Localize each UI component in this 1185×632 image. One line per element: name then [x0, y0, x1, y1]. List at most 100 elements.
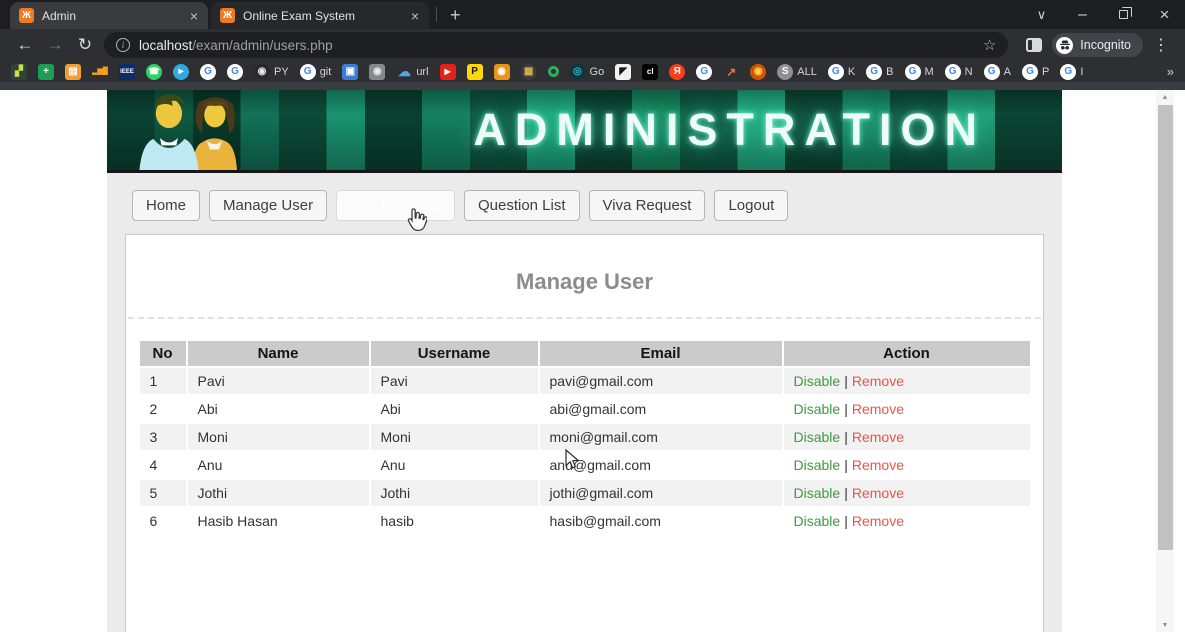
bookmark-cloud-url[interactable]: ☁url: [396, 64, 428, 80]
nav-viva-request-button[interactable]: Viva Request: [589, 190, 706, 221]
bookmark-photo[interactable]: ▣: [342, 64, 358, 80]
cell-no: 5: [140, 480, 186, 506]
disable-link[interactable]: Disable: [794, 429, 841, 445]
dart-icon: ↗: [723, 64, 739, 80]
cell-action: Disable|Remove: [784, 368, 1030, 394]
google-a-icon: G: [984, 64, 1000, 80]
users-table: NoNameUsernameEmailAction 1PaviPavipavi@…: [138, 339, 1032, 536]
cart-icon: ▦: [521, 64, 537, 80]
bookmark-google-2[interactable]: G: [227, 64, 243, 80]
remove-link[interactable]: Remove: [852, 457, 904, 473]
tab-search-icon[interactable]: ∨: [1021, 0, 1062, 29]
bookmark-google-p[interactable]: GP: [1022, 64, 1049, 80]
tab-admin[interactable]: Ж Admin ×: [10, 2, 208, 29]
maximize-icon[interactable]: [1103, 0, 1144, 29]
close-tab-icon[interactable]: ×: [188, 8, 200, 24]
column-header: Username: [371, 341, 538, 366]
bookmark-ieee[interactable]: IEEE: [119, 64, 135, 80]
bookmark-spider[interactable]: ◉: [750, 64, 766, 80]
site-info-icon[interactable]: i: [116, 38, 130, 52]
disable-link[interactable]: Disable: [794, 457, 841, 473]
bookmark-film-camera[interactable]: ◉: [494, 64, 510, 80]
bookmark-camera[interactable]: ◉: [369, 64, 385, 80]
bookmark-google-3[interactable]: G: [696, 64, 712, 80]
column-header: Email: [540, 341, 782, 366]
minimize-icon[interactable]: –: [1062, 0, 1103, 29]
bookmark-google-git[interactable]: Ggit: [300, 64, 332, 80]
remove-link[interactable]: Remove: [852, 401, 904, 417]
bookmark-green-ring[interactable]: [548, 66, 559, 77]
disable-link[interactable]: Disable: [794, 485, 841, 501]
scroll-down-icon[interactable]: ▼: [1156, 618, 1174, 632]
google-git-icon: G: [300, 64, 316, 80]
bookmark-google-m[interactable]: GM: [905, 64, 934, 80]
bookmark-star-icon[interactable]: ☆: [983, 36, 996, 54]
bookmark-google-a[interactable]: GA: [984, 64, 1011, 80]
new-tab-button[interactable]: +: [444, 5, 467, 26]
remove-link[interactable]: Remove: [852, 513, 904, 529]
bookmark-telegram[interactable]: ▸: [173, 64, 189, 80]
bookmark-green-cross[interactable]: +: [38, 64, 54, 80]
green-ring-icon: [548, 66, 559, 77]
cell-name: Hasib Hasan: [188, 508, 369, 534]
nav-logout-button[interactable]: Logout: [714, 190, 788, 221]
restore-glyph: [1119, 10, 1128, 19]
bookmark-whatsapp[interactable]: ☎: [146, 64, 162, 80]
nav-add-question-button[interactable]: Add Question: [336, 190, 455, 221]
bookmark-github-py[interactable]: ◉PY: [254, 64, 289, 80]
cell-no: 3: [140, 424, 186, 450]
reload-icon[interactable]: ↻: [70, 35, 100, 55]
bookmark-analytics-bars[interactable]: ▂▆█: [92, 64, 108, 80]
bookmark-google-n[interactable]: GN: [945, 64, 973, 80]
table-row: 5JothiJothijothi@gmail.comDisable|Remove: [140, 480, 1030, 506]
google-n-icon: G: [945, 64, 961, 80]
bookmark-google-b[interactable]: GB: [866, 64, 893, 80]
remove-link[interactable]: Remove: [852, 485, 904, 501]
bookmark-label: A: [1004, 66, 1011, 78]
menu-dots-icon[interactable]: ⋮: [1143, 35, 1175, 55]
github-py-icon: ◉: [254, 64, 270, 80]
cell-email: jothi@gmail.com: [540, 480, 782, 506]
remove-link[interactable]: Remove: [852, 373, 904, 389]
google-b-icon: G: [866, 64, 882, 80]
scroll-up-icon[interactable]: ▲: [1156, 90, 1174, 104]
bookmark-google-1[interactable]: G: [200, 64, 216, 80]
scrollbar-thumb[interactable]: [1158, 105, 1173, 550]
bookmark-dart[interactable]: ↗: [723, 64, 739, 80]
browser-scrollbar[interactable]: ▲ ▼: [1156, 90, 1174, 632]
bookmark-yandex[interactable]: Я: [669, 64, 685, 80]
close-tab-icon[interactable]: ×: [409, 8, 421, 24]
bookmarks-overflow-icon[interactable]: »: [1167, 64, 1174, 79]
divider: [128, 317, 1041, 319]
action-separator: |: [844, 513, 848, 529]
nav-home-button[interactable]: Home: [132, 190, 200, 221]
bookmark-orange-box[interactable]: ▤: [65, 64, 81, 80]
tab-online-exam-system[interactable]: Ж Online Exam System ×: [211, 2, 429, 29]
bookmark-go-swirl[interactable]: ◎Go: [570, 64, 605, 80]
tab-title: Admin: [42, 9, 188, 23]
side-panel-icon[interactable]: [1026, 38, 1042, 52]
go-swirl-icon: ◎: [570, 64, 586, 80]
bookmark-youtube[interactable]: ▶: [440, 64, 456, 80]
disable-link[interactable]: Disable: [794, 373, 841, 389]
bookmark-cl-black[interactable]: cl: [642, 64, 658, 80]
bookmark-green-stripes[interactable]: ▞: [11, 64, 27, 80]
back-icon[interactable]: ←: [10, 35, 40, 55]
bookmark-google-i[interactable]: GI: [1060, 64, 1083, 80]
bookmark-s-all[interactable]: SALL: [777, 64, 817, 80]
bookmark-eagle-doc[interactable]: ◤: [615, 64, 631, 80]
nav-question-list-button[interactable]: Question List: [464, 190, 580, 221]
remove-link[interactable]: Remove: [852, 429, 904, 445]
forward-icon[interactable]: →: [40, 35, 70, 55]
close-window-icon[interactable]: ×: [1144, 0, 1185, 29]
bookmark-p-yellow[interactable]: P: [467, 64, 483, 80]
disable-link[interactable]: Disable: [794, 513, 841, 529]
disable-link[interactable]: Disable: [794, 401, 841, 417]
cell-username: Jothi: [371, 480, 538, 506]
page-title: Manage User: [126, 269, 1043, 295]
cell-action: Disable|Remove: [784, 480, 1030, 506]
address-bar[interactable]: i localhost/exam/admin/users.php ☆: [104, 32, 1008, 58]
nav-manage-user-button[interactable]: Manage User: [209, 190, 327, 221]
bookmark-google-k[interactable]: GK: [828, 64, 855, 80]
bookmark-cart[interactable]: ▦: [521, 64, 537, 80]
